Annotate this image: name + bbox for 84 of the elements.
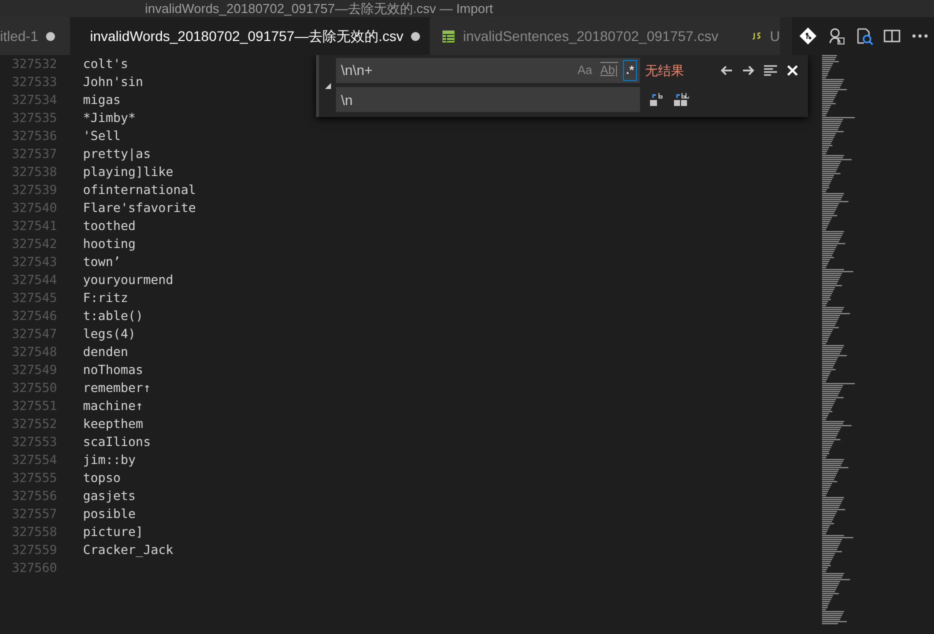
- code-line: toothed: [83, 217, 136, 235]
- find-in-selection-button[interactable]: [763, 63, 778, 78]
- line-number: 327556: [10, 487, 57, 505]
- line-number: 327545: [10, 289, 57, 307]
- code-line: youryourmend: [83, 271, 174, 289]
- next-match-button[interactable]: [741, 63, 756, 78]
- code-line: denden: [83, 343, 128, 361]
- match-case-toggle[interactable]: Aa: [574, 60, 596, 81]
- code-line: noThomas: [83, 361, 144, 379]
- line-number: 327554: [10, 451, 57, 469]
- line-number: 327544: [10, 271, 57, 289]
- code-line: jim::by: [83, 451, 136, 469]
- code-line: machine↑: [83, 397, 144, 415]
- code-line: posible: [83, 505, 136, 523]
- close-button[interactable]: [785, 63, 800, 78]
- line-number: 327557: [10, 505, 57, 523]
- lines-icon: [763, 63, 778, 78]
- line-number: 327537: [10, 145, 57, 163]
- result-text: 无结果: [645, 62, 684, 80]
- editor-tab[interactable]: invalidSentences_20180702_091757.csv: [430, 17, 740, 55]
- line-number: 327541: [10, 217, 57, 235]
- more-icon: [912, 34, 928, 38]
- line-number: 327550: [10, 379, 57, 397]
- code-line: F:ritz: [83, 289, 128, 307]
- line-number: 327559: [10, 541, 57, 559]
- replace-button[interactable]: [649, 92, 665, 107]
- code-line: legs(4): [83, 325, 136, 343]
- line-number: 327555: [10, 469, 57, 487]
- whole-word-toggle[interactable]: Ab|: [597, 60, 621, 81]
- code-line: pretty|as: [83, 145, 151, 163]
- line-number: 327532: [10, 55, 57, 73]
- code-line: picture]: [83, 523, 144, 541]
- code-line: town’: [83, 253, 121, 271]
- line-number: 327540: [10, 199, 57, 217]
- line-number: 327547: [10, 325, 57, 343]
- code-line: playing]like: [83, 163, 174, 181]
- left-arrow-icon: [719, 63, 734, 78]
- line-number: 327542: [10, 235, 57, 253]
- code-line: colt's: [83, 55, 128, 73]
- replace-input[interactable]: \n: [336, 87, 640, 112]
- line-number: 327543: [10, 253, 57, 271]
- code-line: Flare'sfavorite: [83, 199, 196, 217]
- line-number: 327548: [10, 343, 57, 361]
- line-number: 327536: [10, 127, 57, 145]
- line-number: 327549: [10, 361, 57, 379]
- code-line: remember↑: [83, 379, 151, 397]
- code-line: gasjets: [83, 487, 136, 505]
- code-line: hooting: [83, 235, 136, 253]
- find-input[interactable]: \n\n+ Aa Ab| .*: [336, 58, 640, 83]
- line-number: 327539: [10, 181, 57, 199]
- code-line: keepthem: [83, 415, 144, 433]
- code-line: t:able(): [83, 307, 144, 325]
- regex-toggle[interactable]: .*: [622, 60, 637, 81]
- line-number: 327535: [10, 109, 57, 127]
- line-number: 327546: [10, 307, 57, 325]
- line-number: 327538: [10, 163, 57, 181]
- expanded-triangle-icon: [324, 82, 332, 90]
- replace-all-icon: [673, 92, 689, 107]
- previous-match-button[interactable]: [719, 63, 734, 78]
- code-line: scaIlions: [83, 433, 151, 451]
- line-number: 327558: [10, 523, 57, 541]
- code-line: ofinternational: [83, 181, 196, 199]
- code-line: migas: [83, 91, 121, 109]
- replace-icon: [649, 92, 665, 107]
- js-icon: [752, 31, 762, 41]
- window-title: invalidWords_20180702_091757—去除无效的.csv — Import: [145, 1, 494, 16]
- code-line: 'Sell: [83, 127, 121, 145]
- right-arrow-icon: [741, 63, 756, 78]
- line-number: 327560: [10, 559, 57, 577]
- line-number: 327534: [10, 91, 57, 109]
- table-icon: [442, 30, 455, 42]
- replace-all-button[interactable]: [673, 92, 689, 107]
- editor-tab[interactable]: U: [740, 17, 780, 55]
- line-number: 327553: [10, 433, 57, 451]
- line-number: 327533: [10, 73, 57, 91]
- code-line: Cracker_Jack: [83, 541, 174, 559]
- editor-tab[interactable]: itled-1: [0, 17, 70, 55]
- code-line: *Jimby*: [83, 109, 136, 127]
- line-number: 327552: [10, 415, 57, 433]
- close-icon: [785, 63, 800, 78]
- code-line: John'sin: [83, 73, 144, 91]
- code-line: topso: [83, 469, 121, 487]
- line-number: 327551: [10, 397, 57, 415]
- editor-tab[interactable]: invalidWords_20180702_091757—去除无效的.csv: [70, 17, 430, 55]
